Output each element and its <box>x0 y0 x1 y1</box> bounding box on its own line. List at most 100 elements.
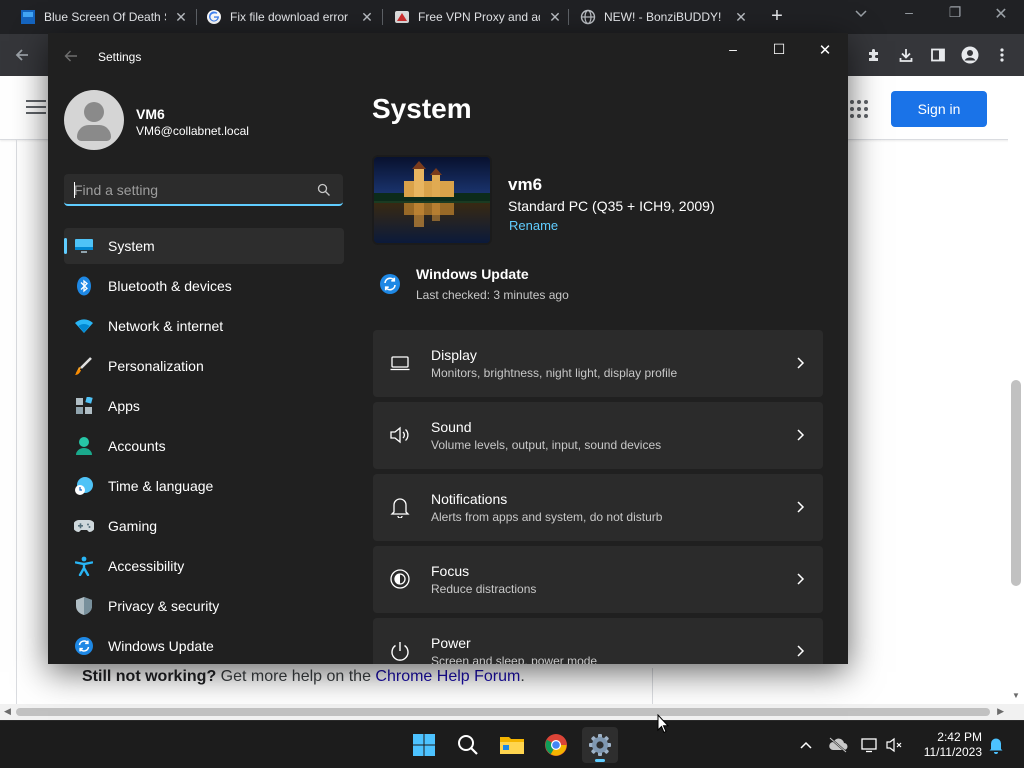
windows-logo-icon <box>413 734 435 756</box>
tab-search-button[interactable] <box>855 7 867 21</box>
browser-tab[interactable]: NEW! - BonziBUDDY! ✕ <box>560 0 756 34</box>
google-apps-icon[interactable] <box>850 100 868 118</box>
chrome-menu-button[interactable] <box>992 45 1012 65</box>
system-clock[interactable]: 2:42 PM 11/11/2023 <box>916 730 982 760</box>
chrome-taskbar-button[interactable] <box>538 727 574 763</box>
card-title: Notifications <box>431 491 508 507</box>
browser-tab[interactable]: Free VPN Proxy and ad ✕ <box>374 0 570 34</box>
chevron-up-icon <box>800 741 812 749</box>
active-app-indicator <box>595 759 605 762</box>
downloads-button[interactable] <box>896 45 916 65</box>
nav-item-personalization[interactable]: Personalization <box>64 348 344 384</box>
windows-update-title[interactable]: Windows Update <box>416 266 529 282</box>
sign-in-button[interactable]: Sign in <box>891 91 987 127</box>
accessibility-icon <box>74 556 94 576</box>
selection-indicator <box>64 238 67 254</box>
horizontal-scrollbar[interactable]: ◀ ▶ <box>0 704 1024 720</box>
volume-muted-icon[interactable] <box>885 735 905 755</box>
nav-item-bluetooth[interactable]: Bluetooth & devices <box>64 268 344 304</box>
settings-back-button[interactable] <box>64 49 78 65</box>
settings-window: Settings – ☐ ✕ VM6 VM6@collabnet.local S… <box>48 33 848 664</box>
card-notifications[interactable]: Notifications Alerts from apps and syste… <box>373 474 823 541</box>
hamburger-menu-icon[interactable] <box>26 100 46 116</box>
tab-close-icon[interactable]: ✕ <box>734 9 748 26</box>
nav-label: Accounts <box>108 438 166 454</box>
find-setting-search[interactable] <box>64 174 343 206</box>
windows-update-icon <box>74 636 94 656</box>
help-end-text: . <box>520 668 525 685</box>
search-input[interactable] <box>74 181 304 199</box>
network-icon[interactable] <box>860 735 880 755</box>
settings-maximize-button[interactable]: ☐ <box>764 41 794 61</box>
vertical-scrollbar[interactable]: ▼ <box>1008 76 1024 704</box>
browser-close-button[interactable]: ✕ <box>986 4 1016 26</box>
show-hidden-icons-button[interactable] <box>796 735 816 755</box>
device-model: Standard PC (Q35 + ICH9, 2009) <box>508 198 715 214</box>
nav-label: Gaming <box>108 518 158 534</box>
nav-item-privacy-security[interactable]: Privacy & security <box>64 588 344 624</box>
nav-item-system[interactable]: System <box>64 228 344 264</box>
nav-item-accessibility[interactable]: Accessibility <box>64 548 344 584</box>
chrome-help-forum-link[interactable]: Chrome Help Forum <box>375 668 520 685</box>
start-button[interactable] <box>406 727 442 763</box>
focus-icon <box>389 568 411 590</box>
globe-favicon-icon <box>580 9 596 25</box>
tab-close-icon[interactable]: ✕ <box>360 9 374 26</box>
card-sound[interactable]: Sound Volume levels, output, input, soun… <box>373 402 823 469</box>
nav-label: Network & internet <box>108 318 224 334</box>
browser-tab[interactable]: Fix file download error ✕ <box>186 0 382 34</box>
notification-bell-icon[interactable] <box>986 735 1006 755</box>
device-name: vm6 <box>508 175 543 194</box>
card-title: Power <box>431 635 471 651</box>
clock-time: 2:42 PM <box>937 730 982 744</box>
chevron-right-icon <box>797 645 805 657</box>
tab-title: Free VPN Proxy and ad <box>418 10 540 24</box>
extensions-button[interactable] <box>864 45 884 65</box>
browser-maximize-button[interactable]: ❐ <box>940 4 970 26</box>
windows-update-refresh-icon[interactable] <box>379 273 401 295</box>
device-thumbnail-image <box>372 155 492 245</box>
nav-item-windows-update[interactable]: Windows Update <box>64 628 344 664</box>
rename-link[interactable]: Rename <box>509 218 558 233</box>
card-power[interactable]: Power Screen and sleep, power mode <box>373 618 823 664</box>
scroll-right-arrow-icon[interactable]: ▶ <box>997 706 1004 717</box>
search-icon[interactable] <box>317 183 331 197</box>
card-focus[interactable]: Focus Reduce distractions <box>373 546 823 613</box>
content-border <box>16 140 17 704</box>
vertical-scrollbar-thumb[interactable] <box>1011 380 1021 586</box>
gear-icon <box>589 734 611 756</box>
scroll-left-arrow-icon[interactable]: ◀ <box>4 706 11 717</box>
browser-tab[interactable]: Blue Screen Of Death S ✕ <box>0 0 196 34</box>
settings-minimize-button[interactable]: – <box>718 41 748 61</box>
nav-item-time-language[interactable]: Time & language <box>64 468 344 504</box>
nav-label: Windows Update <box>108 638 214 654</box>
settings-close-button[interactable]: ✕ <box>810 41 840 61</box>
chrome-logo-icon <box>545 734 567 756</box>
settings-taskbar-button[interactable] <box>582 727 618 763</box>
tab-title: Fix file download error <box>230 10 349 24</box>
browser-minimize-button[interactable]: – <box>894 4 924 26</box>
profile-button[interactable] <box>960 45 980 65</box>
search-button[interactable] <box>450 727 486 763</box>
nav-item-network[interactable]: Network & internet <box>64 308 344 344</box>
gamepad-icon <box>74 516 94 536</box>
apps-icon <box>74 396 94 416</box>
nav-item-gaming[interactable]: Gaming <box>64 508 344 544</box>
nav-item-accounts[interactable]: Accounts <box>64 428 344 464</box>
nav-item-apps[interactable]: Apps <box>64 388 344 424</box>
wifi-icon <box>74 316 94 336</box>
arrow-left-icon <box>64 50 77 62</box>
scroll-down-arrow-icon[interactable]: ▼ <box>1012 691 1020 700</box>
new-tab-button[interactable]: + <box>766 6 788 28</box>
back-button[interactable] <box>12 45 32 65</box>
user-avatar[interactable] <box>64 90 124 150</box>
settings-app-title: Settings <box>98 50 142 64</box>
chevron-right-icon <box>797 501 805 513</box>
side-panel-button[interactable] <box>928 45 948 65</box>
profile-name: VM6 <box>136 106 165 122</box>
help-bold-text: Still not working? <box>82 668 217 685</box>
card-display[interactable]: Display Monitors, brightness, night ligh… <box>373 330 823 397</box>
horizontal-scrollbar-thumb[interactable] <box>16 708 990 716</box>
cloud-offline-icon[interactable] <box>828 735 848 755</box>
file-explorer-button[interactable] <box>494 727 530 763</box>
